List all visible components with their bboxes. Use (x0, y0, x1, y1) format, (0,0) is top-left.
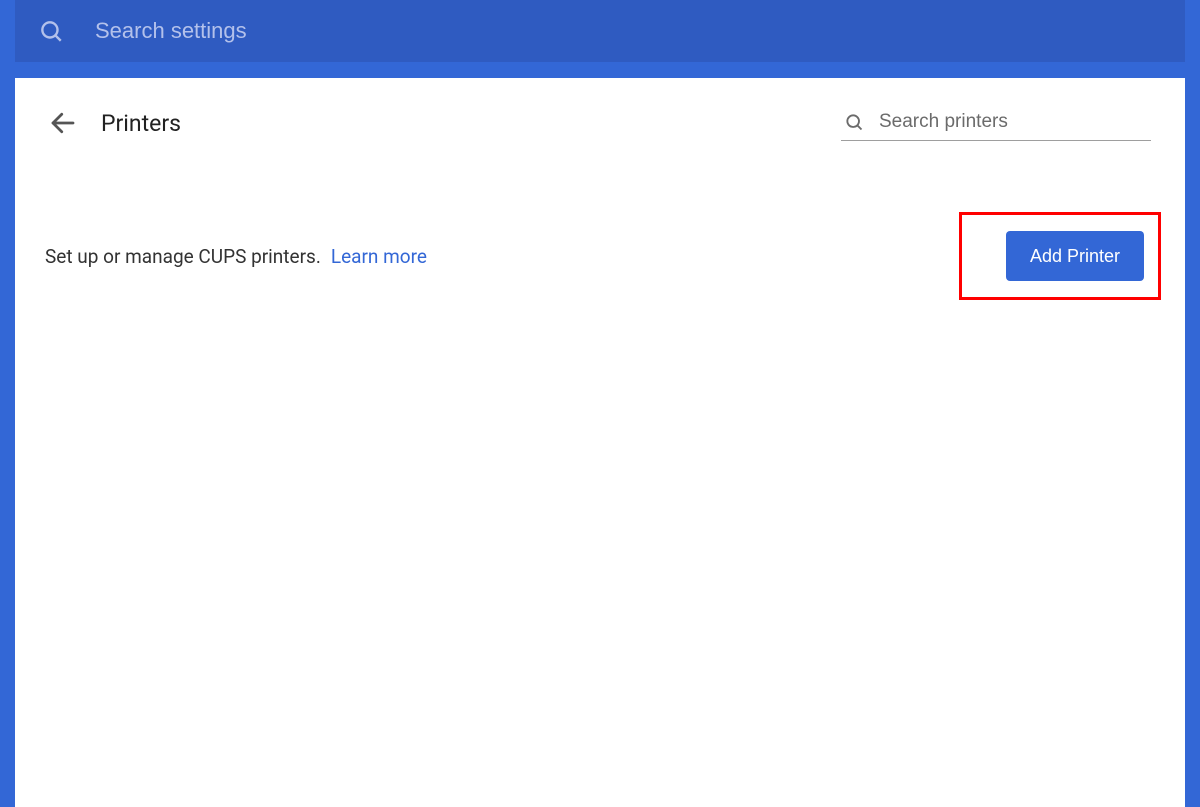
settings-search-bar (15, 0, 1185, 62)
printer-search-input[interactable] (877, 110, 1149, 134)
printers-body: Set up or manage CUPS printers. Learn mo… (15, 168, 1185, 300)
search-icon (37, 17, 65, 45)
add-printer-highlight: Add Printer (959, 212, 1161, 300)
header-strip (0, 62, 1200, 78)
back-button[interactable] (43, 103, 83, 143)
settings-search-input[interactable] (93, 17, 593, 45)
printers-page-card: Printers Set up or manage CUPS printers.… (15, 78, 1185, 807)
learn-more-link[interactable]: Learn more (331, 245, 427, 268)
settings-window: Printers Set up or manage CUPS printers.… (0, 0, 1200, 807)
page-title: Printers (101, 110, 181, 137)
printer-search-field[interactable] (841, 106, 1151, 141)
printers-description: Set up or manage CUPS printers. Learn mo… (45, 245, 427, 268)
description-text: Set up or manage CUPS printers. (45, 245, 321, 268)
add-printer-button[interactable]: Add Printer (1006, 231, 1144, 281)
page-header: Printers (15, 78, 1185, 168)
search-icon (843, 111, 865, 133)
